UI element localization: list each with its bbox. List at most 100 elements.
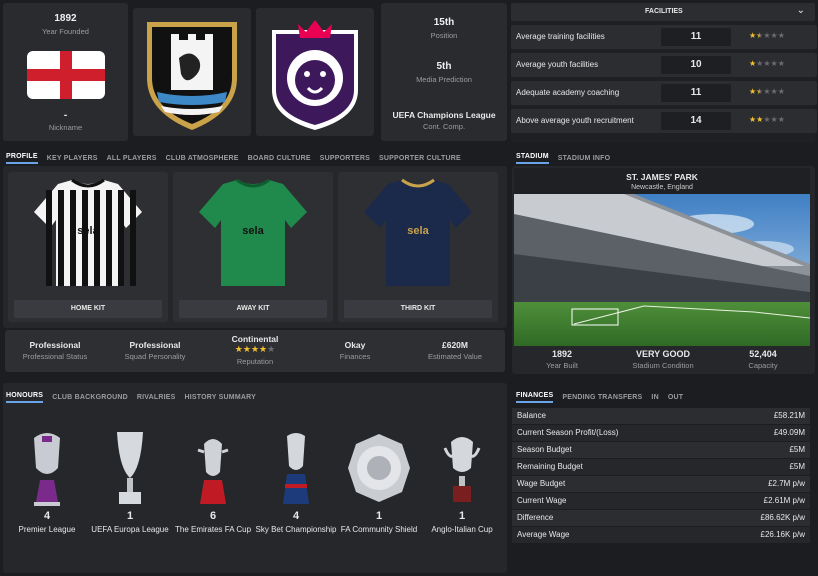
status-value: Professional — [29, 340, 81, 350]
honours-tab-honours[interactable]: HONOURS — [6, 392, 44, 403]
finance-label: Season Budget — [517, 445, 572, 454]
finance-value: £49.09M — [773, 428, 805, 437]
facility-row[interactable]: Average training facilities 11 ★★★★★ — [511, 25, 817, 49]
facility-value: 11 — [661, 84, 731, 102]
stadium-capacity-label: Capacity — [748, 361, 778, 370]
finance-label: Current Wage — [517, 496, 567, 505]
honour-item[interactable]: 1 UEFA Europa League — [91, 428, 169, 548]
chevron-down-icon[interactable]: ⌄ — [797, 5, 805, 16]
facility-stars: ★★★★★ — [749, 87, 785, 96]
facility-value: 10 — [661, 56, 731, 74]
honour-name: The Emirates FA Cup — [174, 525, 252, 534]
status-label: Finances — [339, 352, 371, 361]
honour-item[interactable]: 1 Anglo-Italian Cup — [427, 428, 497, 548]
media-prediction-label: Media Prediction — [416, 75, 472, 84]
profile-tab-club-atmosphere[interactable]: CLUB ATMOSPHERE — [166, 155, 239, 162]
status-item: Okay Finances — [305, 330, 405, 372]
finance-value: £2.7M p/w — [768, 479, 805, 488]
facilities-header[interactable]: FACILITIES ⌄ — [511, 3, 815, 21]
kit-card[interactable]: sela AWAY KIT — [173, 172, 333, 322]
kit-shirt-icon: sela — [199, 178, 307, 286]
finance-value: £86.62K p/w — [760, 513, 805, 522]
england-flag-icon — [27, 51, 105, 99]
finances-tab-pending-transfers[interactable]: PENDING TRANSFERS — [562, 394, 642, 401]
stadium-stats: 1892 Year Built VERY GOOD Stadium Condit… — [514, 346, 810, 372]
finance-value: £2.61M p/w — [763, 496, 805, 505]
finances-tab-in[interactable]: IN — [651, 394, 658, 401]
position-panel: 15th Position 5th Media Prediction UEFA … — [381, 3, 507, 141]
continental-competition[interactable]: UEFA Champions League — [381, 110, 507, 120]
facility-stars: ★★★★★ — [749, 59, 785, 68]
profile-tab-supporter-culture[interactable]: SUPPORTER CULTURE — [379, 155, 461, 162]
league-badge-panel[interactable] — [256, 8, 374, 136]
facility-name: Adequate academy coaching — [516, 88, 620, 97]
stadium-location: Newcastle, England — [631, 184, 693, 191]
honour-item[interactable]: 6 The Emirates FA Cup — [175, 428, 251, 548]
profile-tab-key-players[interactable]: KEY PLAYERS — [47, 155, 98, 162]
honour-count: 6 — [209, 510, 217, 522]
facility-name: Above average youth recruitment — [516, 116, 634, 125]
honours-tab-rivalries[interactable]: RIVALRIES — [137, 394, 176, 401]
trophy-icon — [117, 432, 143, 504]
honour-item[interactable]: 1 FA Community Shield — [341, 428, 417, 548]
profile-tab-board-culture[interactable]: BOARD CULTURE — [248, 155, 311, 162]
status-item: £620M Estimated Value — [405, 330, 505, 372]
honour-count: 4 — [43, 510, 51, 522]
year-founded-label: Year Founded — [42, 27, 89, 36]
finance-row: Balance £58.21M — [512, 408, 810, 424]
kit-sponsor: sela — [242, 225, 264, 237]
nickname-label: Nickname — [48, 123, 83, 132]
finance-label: Balance — [517, 411, 546, 420]
facility-row[interactable]: Above average youth recruitment 14 ★★★★★ — [511, 109, 817, 133]
stadium-title-bar: ST. JAMES' PARK Newcastle, England — [514, 168, 810, 194]
honour-count: 1 — [458, 510, 466, 522]
kit-card[interactable]: sela THIRD KIT — [338, 172, 498, 322]
honour-item[interactable]: 4 Premier League — [12, 428, 82, 548]
honour-name: Anglo-Italian Cup — [431, 525, 493, 534]
facility-row[interactable]: Average youth facilities 10 ★★★★★ — [511, 53, 817, 77]
profile-tab-all-players[interactable]: ALL PLAYERS — [107, 155, 157, 162]
finance-row: Remaining Budget £5M — [512, 459, 810, 475]
honour-item[interactable]: 4 Sky Bet Championship — [256, 428, 336, 548]
facility-stars: ★★★★★ — [749, 115, 785, 124]
founded-panel: 1892 Year Founded - Nickname — [3, 3, 128, 141]
profile-tab-supporters[interactable]: SUPPORTERS — [320, 155, 370, 162]
status-label: Estimated Value — [427, 352, 483, 361]
trophy-icon — [348, 434, 410, 502]
honours-tab-club-background[interactable]: CLUB BACKGROUND — [52, 394, 128, 401]
kit-sponsor: sela — [77, 225, 99, 237]
facility-name: Average youth facilities — [516, 60, 599, 69]
facility-name: Average training facilities — [516, 32, 605, 41]
media-prediction: 5th — [436, 61, 452, 72]
stadium-panel: ST. JAMES' PARK Newcastle, England 1892 … — [512, 166, 815, 374]
finance-label: Remaining Budget — [517, 462, 583, 471]
finance-row: Wage Budget £2.7M p/w — [512, 476, 810, 492]
stadium-tab-stadium-info[interactable]: STADIUM INFO — [558, 155, 610, 162]
honour-name: UEFA Europa League — [91, 525, 169, 534]
stadium-name: ST. JAMES' PARK — [626, 172, 698, 182]
profile-tabs: PROFILE KEY PLAYERS ALL PLAYERS CLUB ATMOSP… — [6, 150, 461, 166]
finance-row: Season Budget £5M — [512, 442, 810, 458]
facility-row[interactable]: Adequate academy coaching 11 ★★★★★ — [511, 81, 817, 105]
honour-name: Premier League — [18, 525, 76, 534]
finances-tab-finances[interactable]: FINANCES — [516, 392, 554, 403]
reputation-stars: ★★★★★ — [234, 344, 276, 354]
honour-count: 4 — [292, 510, 300, 522]
nickname: - — [63, 110, 68, 121]
finance-value: £26.16K p/w — [760, 530, 805, 539]
kit-card[interactable]: sela HOME KIT — [8, 172, 168, 322]
stadium-tab-stadium[interactable]: STADIUM — [516, 153, 549, 164]
year-built-label: Year Built — [546, 361, 578, 370]
honour-name: FA Community Shield — [340, 525, 418, 534]
status-value: Okay — [344, 340, 366, 350]
honours-tab-history-summary[interactable]: HISTORY SUMMARY — [185, 394, 256, 401]
finances-tab-out[interactable]: OUT — [668, 394, 683, 401]
status-item: Continental ★★★★★ Reputation — [205, 330, 305, 372]
club-badge-panel[interactable] — [133, 8, 251, 136]
stadium-capacity: 52,404 — [749, 349, 777, 359]
league-position-label: Position — [430, 31, 458, 40]
status-value: Continental — [231, 334, 279, 344]
honour-name: Sky Bet Championship — [255, 525, 337, 534]
premier-league-lion-icon — [272, 20, 358, 130]
profile-tab-profile[interactable]: PROFILE — [6, 153, 38, 164]
